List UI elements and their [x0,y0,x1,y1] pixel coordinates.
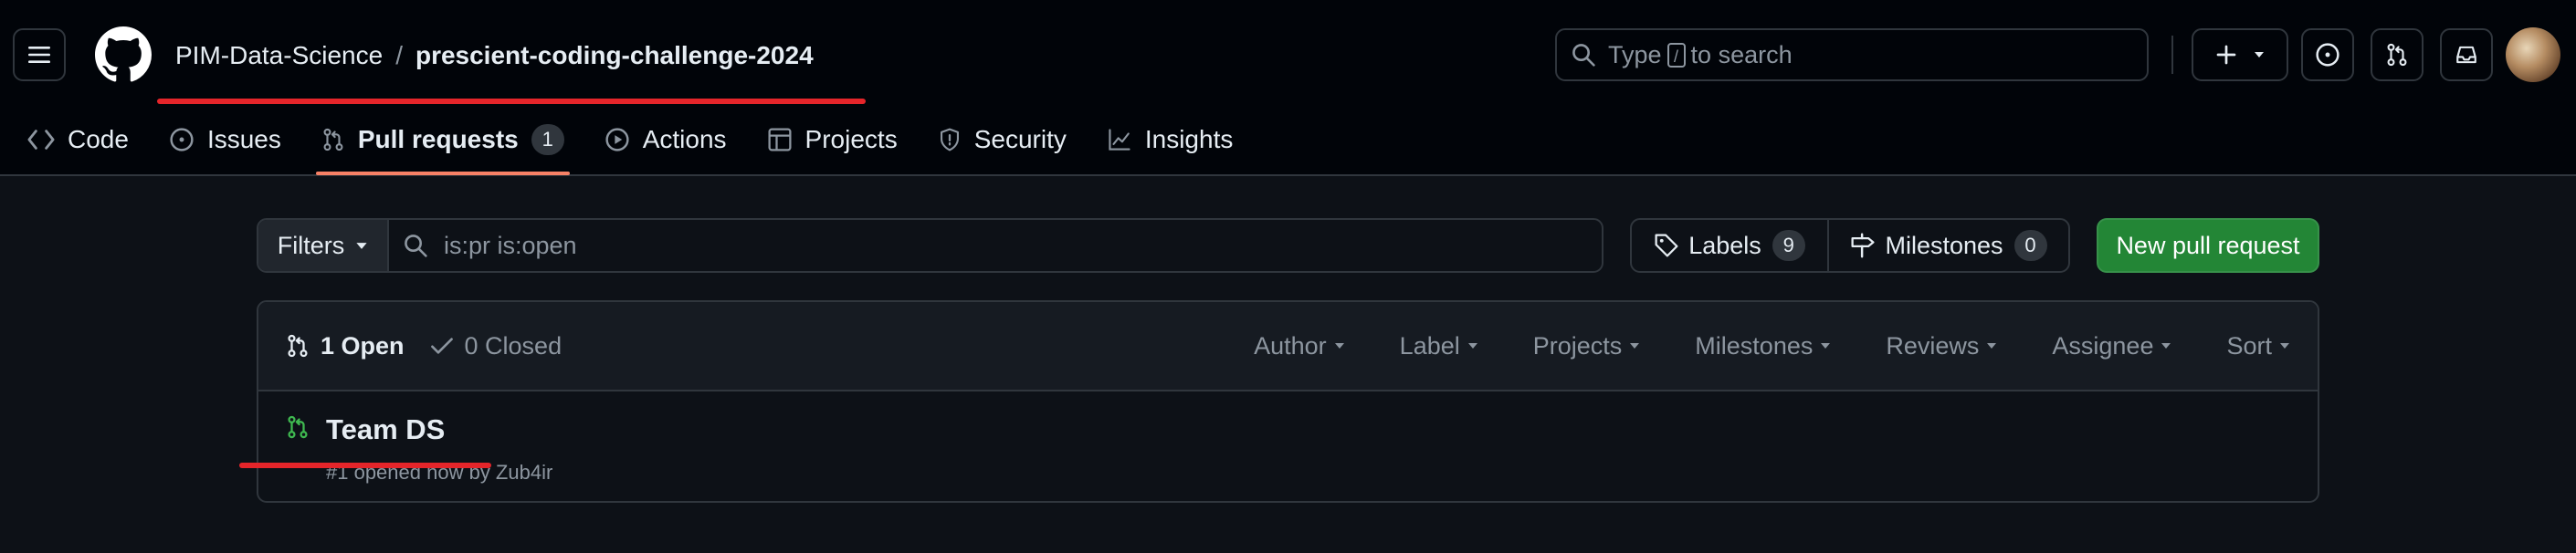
plus-icon [2216,45,2236,65]
tab-security-label: Security [973,125,1067,153]
triangle-down-icon [1821,343,1831,349]
labels-button[interactable]: Labels 9 [1632,220,1829,271]
label-filter-dropdown[interactable]: Label [1400,332,1478,360]
graph-icon [1109,129,1130,151]
repo-owner-link[interactable]: PIM-Data-Science [175,41,383,70]
author-filter-label: Author [1254,331,1327,360]
open-state-toggle[interactable]: 1 Open [286,332,405,360]
repo-nav-tabs: Code Issues Pull requests 1 Actions Proj… [0,111,1246,175]
pull-request-list: 1 Open 0 Closed Author Label Projects Mi… [257,300,2319,503]
breadcrumb-separator: / [395,41,403,69]
table-icon [768,128,792,151]
milestones-filter-label: Milestones [1695,331,1814,360]
new-pull-request-button[interactable]: New pull request [2097,218,2319,273]
tab-insights-label: Insights [1144,125,1234,153]
milestone-icon [1851,233,1875,258]
menu-button[interactable] [13,28,66,81]
tag-icon [1655,234,1678,257]
issues-button[interactable] [2301,28,2354,81]
filters-label: Filters [277,231,345,259]
sort-label: Sort [2226,331,2272,360]
search-icon [1572,44,1595,67]
search-icon [405,235,427,257]
label-filter-label: Label [1399,331,1460,360]
filter-bar: Filters is:pr is:open [257,218,1603,273]
filter-search-input[interactable]: is:pr is:open [389,220,1602,271]
triangle-down-icon [1987,343,1997,349]
pull-requests-button[interactable] [2371,28,2424,81]
triangle-down-icon [356,242,367,249]
reviews-filter-dropdown[interactable]: Reviews [1886,332,1997,360]
search-prefix-text: Type [1608,40,1662,68]
git-pull-request-icon [2387,43,2407,67]
code-icon [27,130,55,150]
tab-issues[interactable]: Issues [156,111,294,168]
create-new-button[interactable] [2192,28,2288,81]
milestones-filter-dropdown[interactable]: Milestones [1695,332,1831,360]
closed-count-label: 0 Closed [464,331,563,360]
inbox-button[interactable] [2440,28,2493,81]
tab-pull-requests[interactable]: Pull requests 1 [309,111,577,175]
triangle-down-icon [1630,343,1640,349]
tab-actions-label: Actions [642,125,727,153]
milestones-count-badge: 0 [2013,230,2047,261]
triangle-down-icon [2161,343,2171,349]
issue-opened-icon [170,128,194,151]
repo-name-link[interactable]: prescient-coding-challenge-2024 [415,41,814,70]
annotation-underline [157,99,866,104]
git-pull-request-icon [323,128,343,151]
open-count-label: 1 Open [321,331,405,360]
triangle-down-icon [1467,343,1477,349]
git-pull-request-icon [288,415,308,439]
tab-code-label: Code [68,125,129,153]
labels-label: Labels [1688,231,1761,259]
tab-actions[interactable]: Actions [592,111,740,168]
triangle-down-icon [2255,52,2264,57]
tab-code[interactable]: Code [15,111,142,168]
play-icon [605,128,629,151]
closed-state-toggle[interactable]: 0 Closed [430,331,563,360]
breadcrumb: PIM-Data-Science / prescient-coding-chal… [175,37,814,74]
sort-dropdown[interactable]: Sort [2226,332,2290,360]
filters-dropdown-button[interactable]: Filters [258,220,389,271]
check-icon [430,338,453,354]
pull-request-title-link[interactable]: Team DS [326,413,445,446]
tab-projects[interactable]: Projects [754,111,910,168]
tab-pull-requests-label: Pull requests [357,125,519,153]
triangle-down-icon [2280,343,2289,349]
triangle-down-icon [1334,343,1344,349]
global-header: PIM-Data-Science / prescient-coding-chal… [0,0,2576,176]
inbox-icon [2456,46,2476,64]
author-filter-dropdown[interactable]: Author [1254,332,1345,360]
labels-milestones-group: Labels 9 Milestones 0 [1630,218,2070,273]
list-item[interactable]: Team DS #1 opened now by Zub4ir [258,391,2318,501]
tab-security[interactable]: Security [925,111,1079,168]
search-suffix-text: to search [1690,40,1793,68]
filter-query-text: is:pr is:open [444,231,577,259]
github-logo-icon[interactable] [95,26,152,83]
tab-projects-label: Projects [804,125,898,153]
projects-filter-label: Projects [1532,331,1623,360]
tab-insights[interactable]: Insights [1094,111,1246,168]
issue-opened-icon [2316,43,2339,67]
header-divider [2171,36,2173,74]
assignee-filter-label: Assignee [2052,331,2154,360]
assignee-filter-dropdown[interactable]: Assignee [2052,332,2171,360]
hamburger-icon [28,47,50,63]
pull-requests-count-badge: 1 [531,124,564,155]
reviews-filter-label: Reviews [1886,331,1980,360]
global-search-input[interactable]: Type / to search [1555,28,2149,81]
tab-issues-label: Issues [206,125,281,153]
milestones-label: Milestones [1885,231,2003,259]
git-pull-request-icon [288,334,308,358]
annotation-underline [239,463,491,468]
projects-filter-dropdown[interactable]: Projects [1533,332,1641,360]
milestones-button[interactable]: Milestones 0 [1829,220,2068,271]
labels-count-badge: 9 [1772,230,1805,261]
list-filter-menus: Author Label Projects Milestones Reviews… [1199,302,2290,390]
list-header: 1 Open 0 Closed Author Label Projects Mi… [258,302,2318,391]
user-avatar[interactable] [2506,27,2560,82]
shield-icon [940,128,959,151]
search-shortcut-key: / [1667,42,1686,68]
